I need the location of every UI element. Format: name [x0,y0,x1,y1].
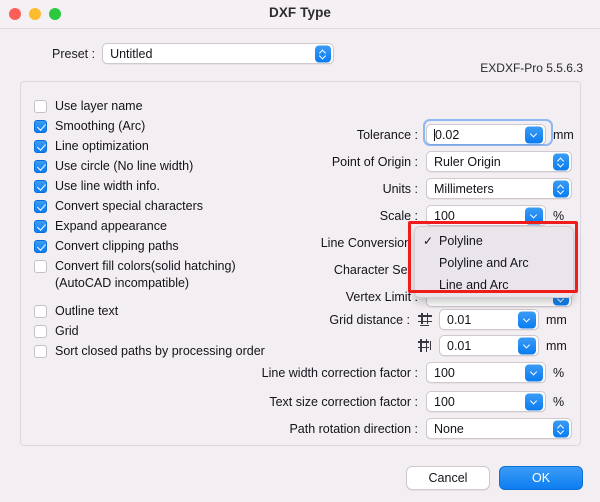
checkbox-convert-clipping-paths[interactable] [34,240,47,253]
chevron-updown-icon[interactable] [553,153,569,170]
tolerance-value: 0.02 [434,127,460,142]
chevron-down-icon[interactable] [518,311,536,328]
point-of-origin-label: Point of Origin : [331,154,418,169]
field-row-grid-distance-h: Grid distance : 0.01 mm [298,309,567,330]
vertex-limit-label: Vertex Limit : [345,289,418,304]
chevron-down-icon[interactable] [525,126,543,143]
checkbox-grid[interactable] [34,325,47,338]
line-width-correction-unit: % [553,365,565,380]
preset-row: Preset : Untitled [52,43,335,64]
field-row-path-rotation: Path rotation direction : None [252,418,572,439]
chevron-updown-icon[interactable] [553,180,569,197]
checkbox-label: Use line width info. [55,179,160,193]
text-size-correction-label: Text size correction factor : [269,394,418,409]
cancel-button[interactable]: Cancel [406,466,490,490]
checkbox-row-convert-special-characters[interactable]: Convert special characters [34,198,324,218]
point-of-origin-select[interactable]: Ruler Origin [426,151,572,172]
checkbox-row-grid[interactable]: Grid [34,323,324,343]
annotation-highlight-box [408,221,578,293]
window-title: DXF Type [268,5,332,20]
grid-distance-v-combobox[interactable]: 0.01 [439,335,539,356]
line-width-correction-value: 100 [434,365,455,380]
text-size-correction-value: 100 [434,394,455,409]
line-width-correction-label: Line width correction factor : [261,365,418,380]
window-titlebar: DXF Type [0,0,600,29]
field-row-point-of-origin: Point of Origin : Ruler Origin [298,151,572,172]
grid-distance-v-value: 0.01 [447,338,472,353]
field-row-tolerance: Tolerance : 0.02 mm [318,124,574,145]
checkbox-use-line-width-info[interactable] [34,180,47,193]
checkbox-use-layer-name[interactable] [34,100,47,113]
point-of-origin-value: Ruler Origin [434,154,501,169]
checkbox-label: Line optimization [55,139,149,153]
checkbox-row-smoothing-arc[interactable]: Smoothing (Arc) [34,118,324,138]
field-row-line-width-correction: Line width correction factor : 100 % [246,362,564,383]
checkbox-row-sort-closed-paths[interactable]: Sort closed paths by processing order [34,343,324,363]
chevron-updown-icon[interactable] [553,420,569,437]
grid-distance-v-unit: mm [546,338,567,353]
units-select[interactable]: Millimeters [426,178,572,199]
checkbox-label: Expand appearance [55,219,167,233]
preset-label: Preset : [52,46,96,61]
chevron-down-icon[interactable] [525,364,543,381]
checkbox-row-use-line-width-info[interactable]: Use line width info. [34,178,324,198]
path-rotation-value: None [434,421,464,436]
version-label: EXDXF-Pro 5.5.6.3 [480,61,583,75]
dialog-footer: Cancel OK [406,466,583,490]
line-conversion-label: Line Conversion : [320,235,418,250]
path-rotation-select[interactable]: None [426,418,572,439]
checkbox-label: Sort closed paths by processing order [55,344,265,358]
checkbox-label: Convert clipping paths [55,239,179,253]
preset-select[interactable]: Untitled [102,43,335,64]
path-rotation-label: Path rotation direction : [289,421,418,436]
checkbox-label: Convert fill colors(solid hatching) (Aut… [55,259,236,290]
checkbox-row-use-layer-name[interactable]: Use layer name [34,98,324,118]
grid-distance-h-value: 0.01 [447,312,472,327]
line-width-correction-combobox[interactable]: 100 [426,362,546,383]
units-value: Millimeters [434,181,494,196]
checkbox-expand-appearance[interactable] [34,220,47,233]
grid-vertical-icon [418,338,432,353]
checkbox-use-circle[interactable] [34,160,47,173]
checkbox-label: Use circle (No line width) [55,159,194,173]
chevron-down-icon[interactable] [518,337,536,354]
tolerance-unit: mm [553,127,574,142]
checkbox-convert-fill-colors[interactable] [34,260,47,273]
scale-label: Scale : [379,208,418,223]
checkbox-sort-closed-paths[interactable] [34,345,47,358]
text-size-correction-combobox[interactable]: 100 [426,391,546,412]
checkbox-row-line-optimization[interactable]: Line optimization [34,138,324,158]
units-label: Units : [382,181,418,196]
character-set-label: Character Set : [333,262,418,277]
tolerance-combobox[interactable]: 0.02 [426,124,546,145]
dxf-type-dialog: DXF Type Preset : Untitled EXDXF-Pro 5.5… [0,0,600,502]
checkbox-row-use-circle[interactable]: Use circle (No line width) [34,158,324,178]
chevron-down-icon[interactable] [525,393,543,410]
text-size-correction-unit: % [553,394,565,409]
field-row-grid-distance-v: 0.01 mm [298,335,567,356]
grid-distance-h-unit: mm [546,312,567,327]
chevron-updown-icon[interactable] [315,45,332,62]
checkbox-label: Outline text [55,304,119,318]
checkbox-convert-special-characters[interactable] [34,200,47,213]
checkbox-label: Smoothing (Arc) [55,119,146,133]
tolerance-label: Tolerance : [356,127,418,142]
grid-horizontal-icon [418,312,432,327]
ok-button[interactable]: OK [499,466,583,490]
checkbox-line-optimization[interactable] [34,140,47,153]
preset-value: Untitled [110,46,153,61]
checkbox-outline-text[interactable] [34,305,47,318]
checkbox-list: Use layer name Smoothing (Arc) Line opti… [34,98,324,363]
checkbox-label: Convert special characters [55,199,203,213]
grid-distance-label: Grid distance : [329,312,410,327]
field-row-text-size-correction: Text size correction factor : 100 % [246,391,564,412]
checkbox-label: Grid [55,324,79,338]
grid-distance-h-combobox[interactable]: 0.01 [439,309,539,330]
field-row-units: Units : Millimeters [298,178,572,199]
checkbox-smoothing-arc[interactable] [34,120,47,133]
checkbox-label: Use layer name [55,99,143,113]
